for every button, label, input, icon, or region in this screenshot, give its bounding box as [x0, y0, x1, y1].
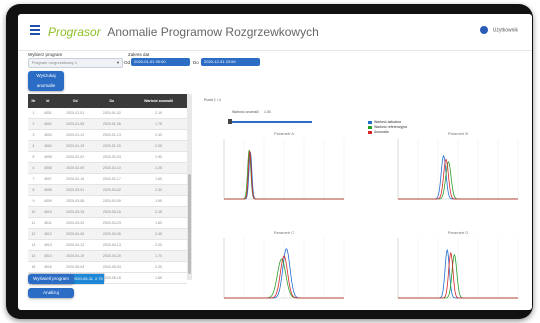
chart-title: Parametr B	[448, 131, 469, 136]
app-screen: Prograsor Anomalie Programow Rozgrzewkow…	[18, 14, 532, 310]
chart-title: Parametr D	[448, 230, 469, 235]
charts-svg: Parametr A Parametr B Parametr C Parametr D	[223, 131, 519, 299]
device-frame: Prograsor Anomalie Programow Rozgrzewkow…	[6, 4, 533, 319]
chart-title: Parametr A	[274, 131, 294, 136]
chart-title: Parametr C	[274, 230, 295, 235]
